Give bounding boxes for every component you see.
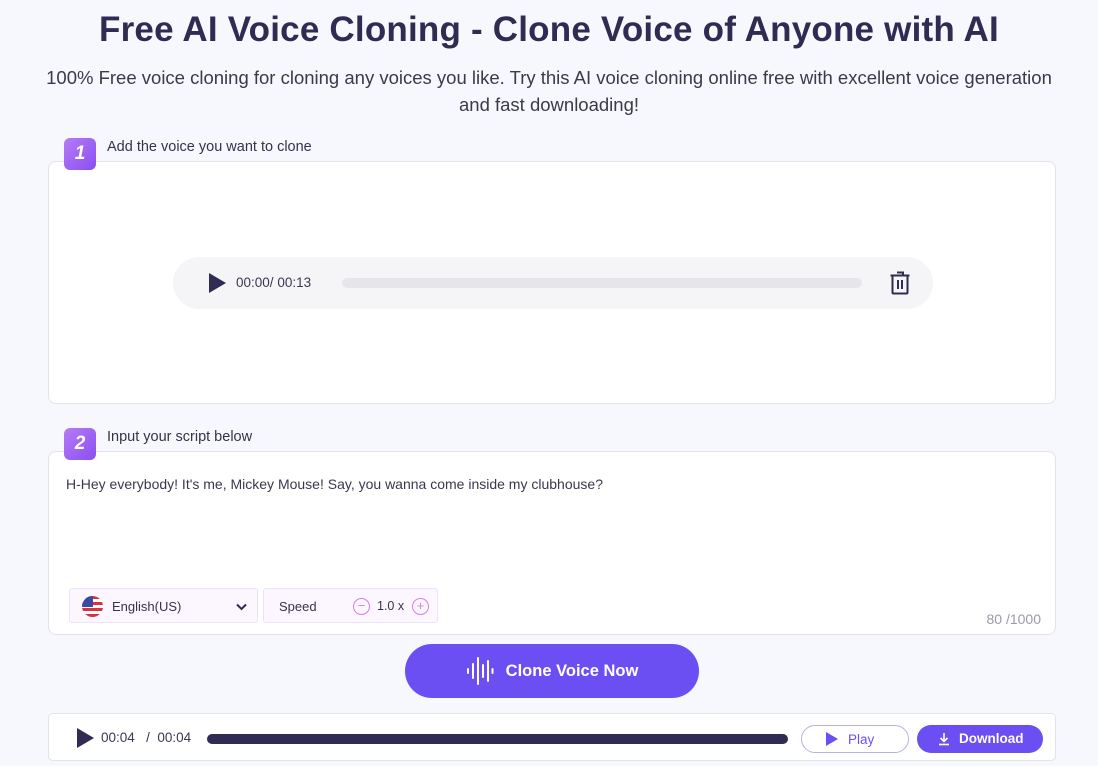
speed-increase-button[interactable]: + [412,598,429,615]
step-1-label: Add the voice you want to clone [107,139,312,155]
play-icon[interactable] [209,273,226,293]
source-time-readout: 00:00/ 00:13 [236,275,311,290]
page-title: Free AI Voice Cloning - Clone Voice of A… [99,10,999,49]
clone-voice-label: Clone Voice Now [505,661,639,680]
result-play-icon[interactable] [77,728,94,748]
play-icon [826,732,838,746]
result-time-readout: 00:04 / 00:04 [101,730,191,745]
speed-label: Speed [279,599,317,614]
language-select[interactable]: English(US) [69,588,258,623]
minus-icon: − [357,598,366,613]
download-button[interactable]: Download [917,725,1043,753]
character-counter: 80 /1000 [986,611,1042,627]
result-duration: 00:04 [157,730,192,745]
result-progress-fill [207,734,788,744]
script-textarea[interactable]: H-Hey everybody! It's me, Mickey Mouse! … [66,476,603,492]
speed-value: 1.0 x [377,599,405,613]
source-audio-player: 00:00/ 00:13 [173,257,933,309]
step-2-label: Input your script below [107,429,253,445]
language-selected-value: English(US) [112,599,182,614]
result-progress-track[interactable] [207,734,788,744]
sound-wave-icon [466,657,494,685]
chevron-down-icon [236,603,247,611]
step-2-badge: 2 [64,428,96,460]
plus-icon: + [416,598,425,613]
speed-control: Speed − 1.0 x + [263,588,438,623]
clone-voice-button[interactable]: Clone Voice Now [405,644,699,698]
trash-icon[interactable] [889,271,911,295]
download-icon [939,733,949,746]
us-flag-icon [82,596,103,617]
result-time-separator: / [146,730,150,745]
subtitle-line-2: and fast downloading! [459,94,639,115]
result-current-time: 00:04 [101,730,135,745]
download-button-label: Download [959,731,1024,746]
script-card: H-Hey everybody! It's me, Mickey Mouse! … [48,451,1056,635]
subtitle-line-1: 100% Free voice cloning for cloning any … [46,67,1052,88]
speed-decrease-button[interactable]: − [353,598,370,615]
page-subtitle: 100% Free voice cloning for cloning any … [10,64,1088,118]
voice-upload-card: 00:00/ 00:13 [48,161,1056,404]
source-current-time: 00:00 [236,275,270,290]
source-time-separator: / [269,275,274,290]
step-1-badge: 1 [64,138,96,170]
play-button[interactable]: Play [801,725,909,753]
result-audio-player: 00:04 / 00:04 Play Download [48,713,1056,761]
source-duration: 00:13 [277,275,312,290]
play-button-label: Play [848,732,875,747]
source-progress-track[interactable] [342,278,862,288]
